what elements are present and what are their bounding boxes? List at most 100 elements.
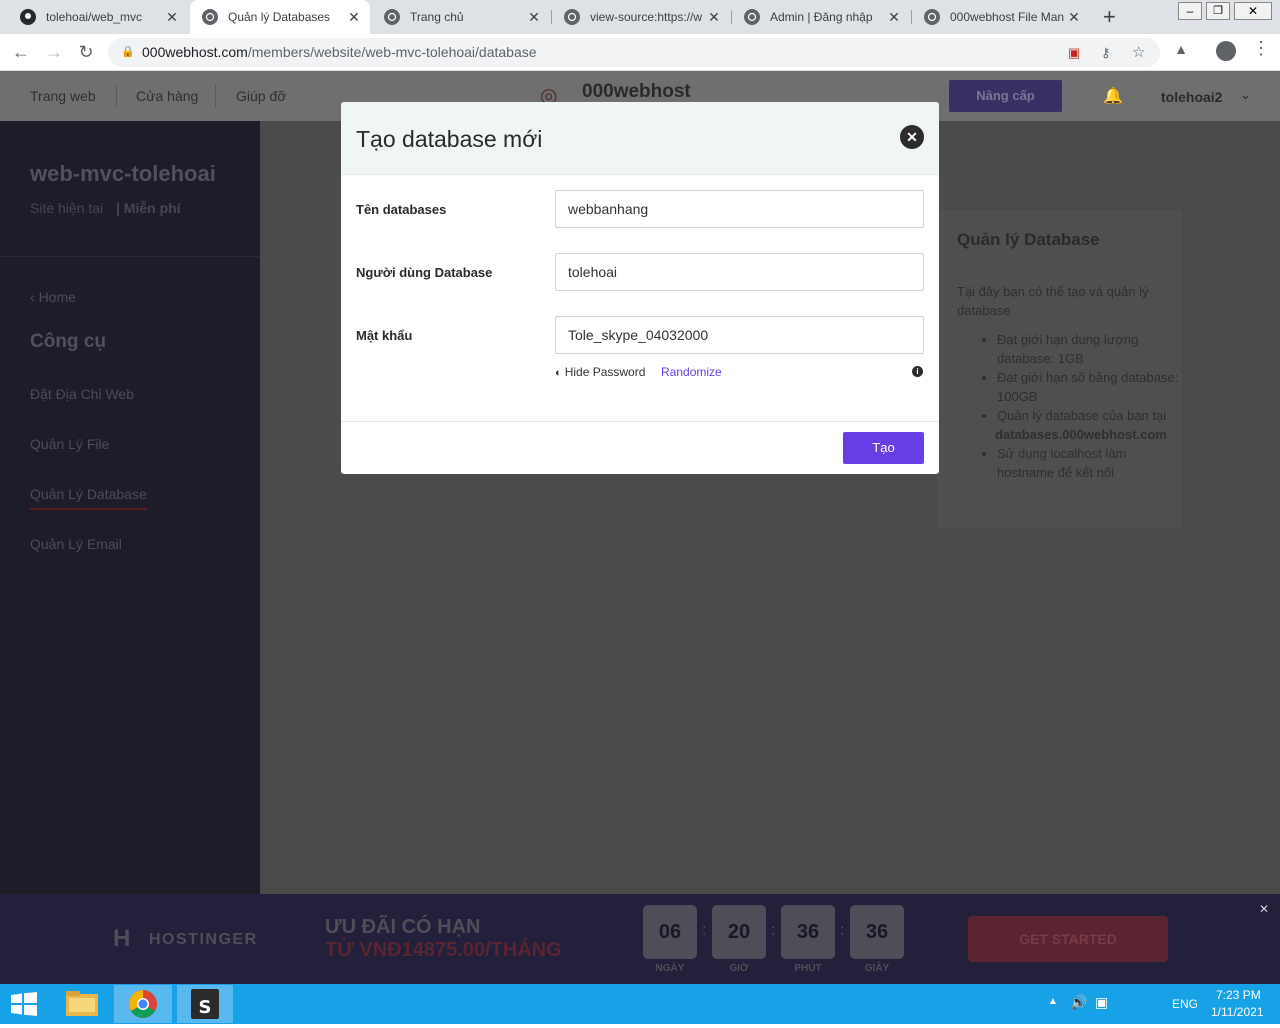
close-icon[interactable]: ✕: [900, 125, 924, 149]
close-window-icon[interactable]: ✕: [1234, 2, 1272, 20]
tab-label: view-source:https://w: [590, 10, 703, 24]
info-description: Tại đây bạn có thể tạo và quản lý databa…: [957, 284, 1149, 318]
lock-icon: 🔒: [121, 46, 135, 58]
file-explorer-icon[interactable]: [55, 985, 109, 1023]
chrome-taskbar-icon[interactable]: [114, 985, 172, 1023]
minimize-icon[interactable]: –: [1178, 2, 1202, 20]
reload-icon[interactable]: ↻: [74, 40, 98, 64]
info-card: Quản lý Database Tại đây bạn có thể tạo …: [937, 210, 1182, 528]
close-tab-icon[interactable]: ✕: [1066, 9, 1082, 26]
popup-blocked-icon[interactable]: ▣: [1068, 38, 1080, 67]
nav-trang-web[interactable]: Trang web: [30, 88, 96, 104]
skype-app-icon[interactable]: S: [177, 985, 233, 1023]
input-language[interactable]: ENG: [1172, 997, 1198, 1011]
db-user-input[interactable]: [555, 253, 924, 291]
url-host: 000webhost.com: [142, 44, 248, 60]
globe-icon: [384, 9, 400, 25]
sidebar-item-quan-ly-email[interactable]: Quản Lý Email: [30, 536, 122, 552]
countdown-colon: :: [771, 922, 776, 939]
info-bullet: Sử dụng localhost làm hostname để kết nố…: [997, 444, 1180, 482]
info-icon[interactable]: i: [912, 366, 923, 377]
countdown-colon: :: [840, 922, 845, 939]
countdown-hours-label: GIỜ: [729, 963, 749, 974]
countdown-days: 06: [643, 905, 697, 959]
new-tab-icon[interactable]: +: [1103, 6, 1116, 28]
forward-icon[interactable]: →: [42, 40, 66, 64]
close-tab-icon[interactable]: ✕: [886, 9, 902, 26]
hostinger-logo-icon: H: [113, 925, 131, 952]
promo-banner: H HOSTINGER ƯU ĐÃI CÓ HẠN TỪ VNĐ14875.00…: [0, 894, 1280, 984]
star-icon[interactable]: ☆: [1132, 38, 1145, 67]
info-bullet: Đạt giới hạn dung lượng database: 1GB: [997, 330, 1180, 368]
field-label-password: Mật khẩu: [356, 328, 413, 343]
extension-icon[interactable]: ▲: [1172, 41, 1190, 59]
nav-cua-hang[interactable]: Cửa hàng: [136, 88, 198, 104]
info-title: Quản lý Database: [957, 230, 1100, 249]
key-icon[interactable]: ⚷: [1101, 38, 1111, 67]
upgrade-button[interactable]: Nâng cấp: [949, 80, 1062, 112]
tab-label: Trang chủ: [410, 10, 464, 24]
globe-icon: [744, 9, 760, 25]
tab-github[interactable]: tolehoai/web_mvc ✕: [8, 0, 188, 34]
clock-date[interactable]: 1/11/2021: [1211, 1005, 1264, 1019]
tab-label: Quản lý Databases: [228, 10, 331, 24]
tab-label: 000webhost File Man: [950, 10, 1065, 24]
close-tab-icon[interactable]: ✕: [706, 9, 722, 26]
url-input[interactable]: 🔒 000webhost.com/members/website/web-mvc…: [108, 38, 1160, 67]
address-bar: ← → ↻ 🔒 000webhost.com/members/website/w…: [0, 34, 1280, 71]
tab-trang-chu[interactable]: Trang chủ ✕: [372, 0, 550, 34]
close-tab-icon[interactable]: ✕: [346, 9, 362, 26]
info-bullet: Quản lý database của bạn tại databases.00…: [995, 406, 1180, 444]
db-name-input[interactable]: [555, 190, 924, 228]
tab-label: tolehoai/web_mvc: [46, 10, 143, 24]
create-button[interactable]: Tạo: [843, 432, 924, 464]
randomize-link[interactable]: Randomize: [661, 365, 722, 379]
tab-admin[interactable]: Admin | Đăng nhập ✕: [732, 0, 910, 34]
sidebar: web-mvc-tolehoai Site hiện tại | Miễn ph…: [0, 121, 260, 894]
volume-icon[interactable]: 🔊: [1070, 994, 1087, 1011]
bell-icon[interactable]: 🔔: [1103, 86, 1123, 106]
back-icon[interactable]: ←: [9, 40, 33, 64]
windows-start-icon[interactable]: [10, 992, 38, 1016]
info-bullet-text: Quản lý database của bạn tại: [997, 408, 1167, 423]
sidebar-item-quan-ly-database[interactable]: Quản Lý Database: [30, 486, 147, 510]
close-tab-icon[interactable]: ✕: [526, 9, 542, 26]
hide-password-toggle[interactable]: ◐ Hide Password: [555, 365, 645, 379]
restore-icon[interactable]: ❐: [1206, 2, 1230, 20]
username[interactable]: tolehoai2: [1161, 89, 1222, 105]
countdown-minutes-label: PHÚT: [794, 963, 822, 974]
svg-text:S: S: [199, 997, 212, 1018]
github-icon: [20, 9, 36, 25]
sidebar-item-quan-ly-file[interactable]: Quản Lý File: [30, 436, 109, 452]
chevron-down-icon[interactable]: ⌄: [1240, 87, 1251, 103]
windows-taskbar: S ▲ 🔊 ▣ ENG 7:23 PM 1/11/2021: [0, 984, 1280, 1024]
databases-link[interactable]: databases.000webhost.com: [995, 427, 1167, 442]
globe-icon: [564, 9, 580, 25]
get-started-button[interactable]: GET STARTED: [968, 916, 1168, 962]
info-bullet-list: Đạt giới hạn dung lượng database: 1GB Đạ…: [995, 330, 1180, 482]
network-icon[interactable]: ▣: [1095, 994, 1108, 1011]
tab-view-source[interactable]: view-source:https://w ✕: [552, 0, 730, 34]
url-path: /members/website/web-mvc-tolehoai/databa…: [247, 44, 537, 60]
nav-giup-do[interactable]: Giúp đỡ: [236, 88, 286, 104]
countdown-days-label: NGÀY: [655, 963, 685, 974]
password-input[interactable]: [555, 316, 924, 354]
hide-password-label: Hide Password: [564, 365, 646, 379]
promo-brand: HOSTINGER: [149, 931, 258, 948]
clock-time[interactable]: 7:23 PM: [1216, 988, 1261, 1002]
menu-icon[interactable]: ⋮: [1252, 38, 1270, 59]
sidebar-item-dat-dia-chi-web[interactable]: Đặt Địa Chỉ Web: [30, 386, 134, 402]
site-logo[interactable]: 000webhost: [582, 81, 691, 103]
browser-tab-strip: tolehoai/web_mvc ✕ Quản lý Databases ✕ T…: [0, 0, 1280, 34]
tab-file-manager[interactable]: 000webhost File Man ✕: [912, 0, 1090, 34]
field-label-db-name: Tên databases: [356, 202, 447, 217]
dialog-header: Tạo database mới ✕: [341, 102, 939, 175]
tray-expand-icon[interactable]: ▲: [1048, 996, 1058, 1007]
info-bullet: Đạt giới hạn số bảng database: 100GB: [997, 368, 1180, 406]
close-banner-icon[interactable]: ✕: [1259, 902, 1269, 916]
field-label-db-user: Người dùng Database: [356, 265, 493, 280]
close-tab-icon[interactable]: ✕: [164, 9, 180, 26]
sidebar-home-link[interactable]: ‹ Home: [30, 289, 76, 305]
profile-icon[interactable]: [1216, 41, 1236, 61]
tab-database[interactable]: Quản lý Databases ✕: [190, 0, 370, 34]
